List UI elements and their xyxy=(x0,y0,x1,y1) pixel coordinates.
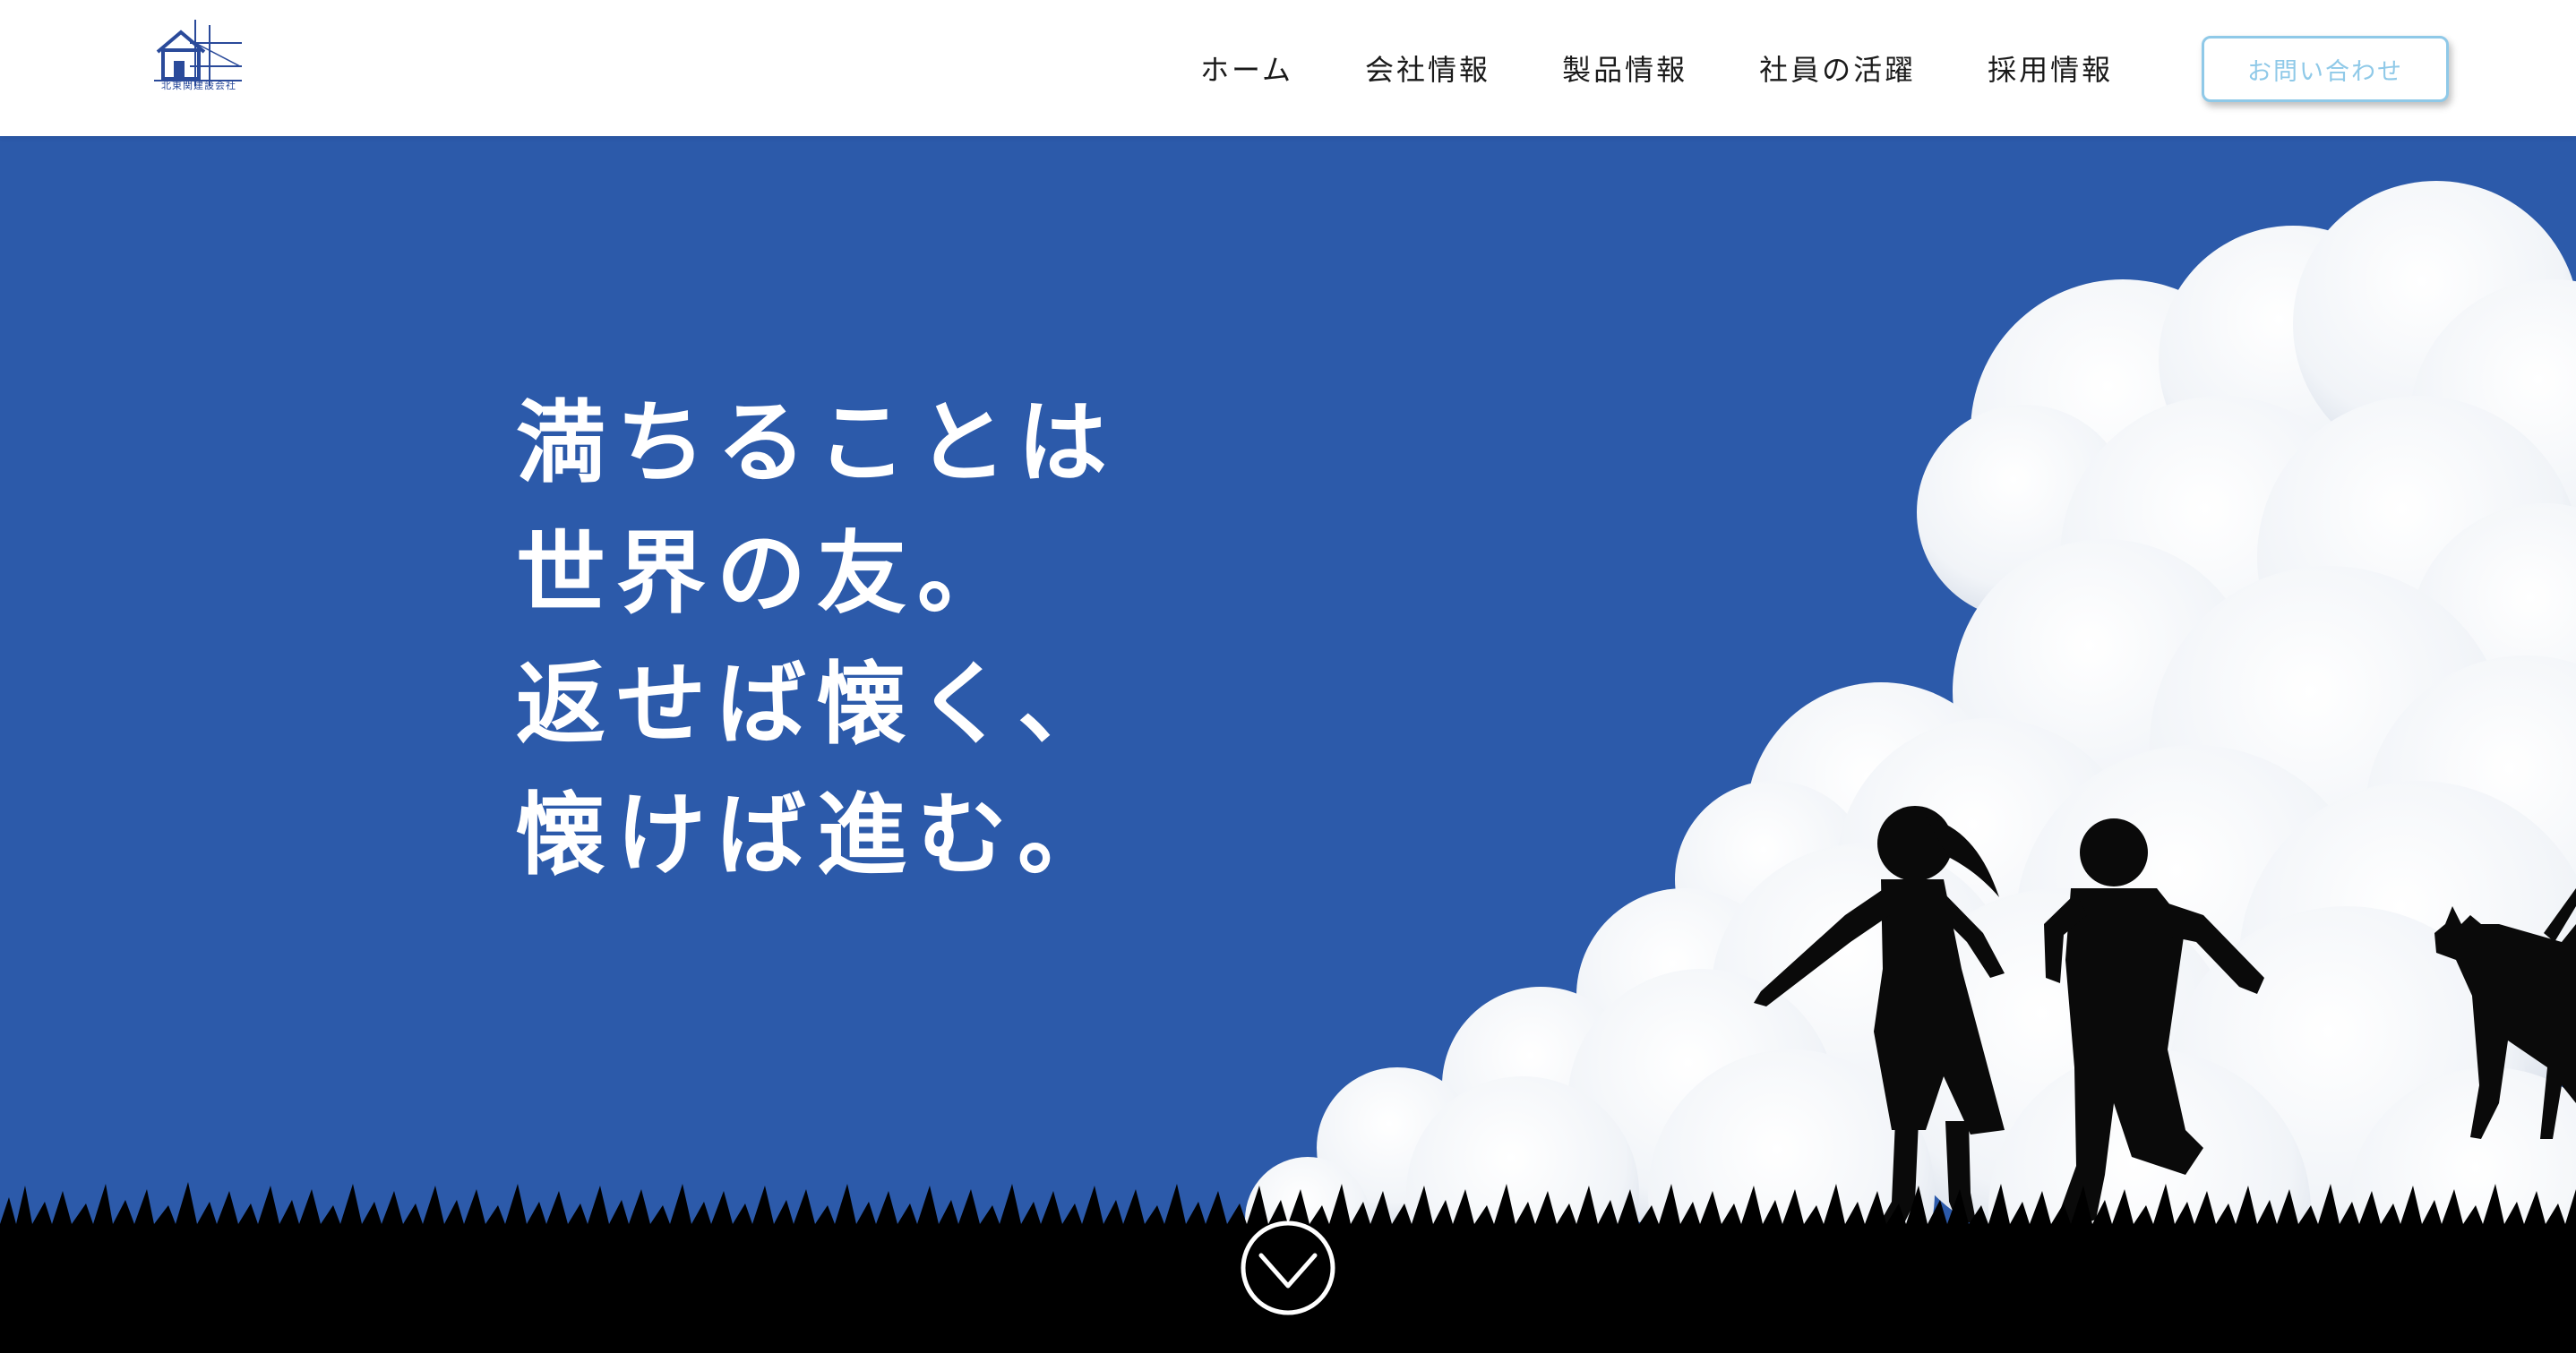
nav-item-recruit[interactable]: 採用情報 xyxy=(1988,45,2113,95)
main-nav: ホーム 会社情報 製品情報 社員の活躍 採用情報 xyxy=(1200,45,2185,95)
chevron-down-circle-icon[interactable] xyxy=(1240,1220,1336,1316)
hero-section: 満ちることは 世界の友。 返せば懐く、 懐けば進む。 xyxy=(0,136,2576,1353)
page: 北東関建設会社 ホーム 会社情報 製品情報 社員の活躍 採用情報 お問い合わせ xyxy=(0,0,2576,1353)
hero-background-image xyxy=(0,136,2576,1353)
logo-text: 北東関建設会社 xyxy=(161,80,236,91)
hero-headline: 満ちることは 世界の友。 返せば懐く、 懐けば進む。 xyxy=(516,378,1118,901)
hero-line-2: 世界の友。 xyxy=(516,521,1018,626)
hero-line-4: 懐けば進む。 xyxy=(516,783,1118,887)
nav-item-home[interactable]: ホーム xyxy=(1200,45,1293,95)
hero-line-3: 返せば懐く、 xyxy=(516,652,1118,757)
nav-item-products[interactable]: 製品情報 xyxy=(1562,45,1687,95)
hero-line-1: 満ちることは xyxy=(516,390,1118,495)
site-header: 北東関建設会社 ホーム 会社情報 製品情報 社員の活躍 採用情報 お問い合わせ xyxy=(0,0,2576,136)
contact-button[interactable]: お問い合わせ xyxy=(2202,36,2449,102)
nav-item-staff[interactable]: 社員の活躍 xyxy=(1759,45,1916,95)
nav-item-company[interactable]: 会社情報 xyxy=(1365,45,1490,95)
